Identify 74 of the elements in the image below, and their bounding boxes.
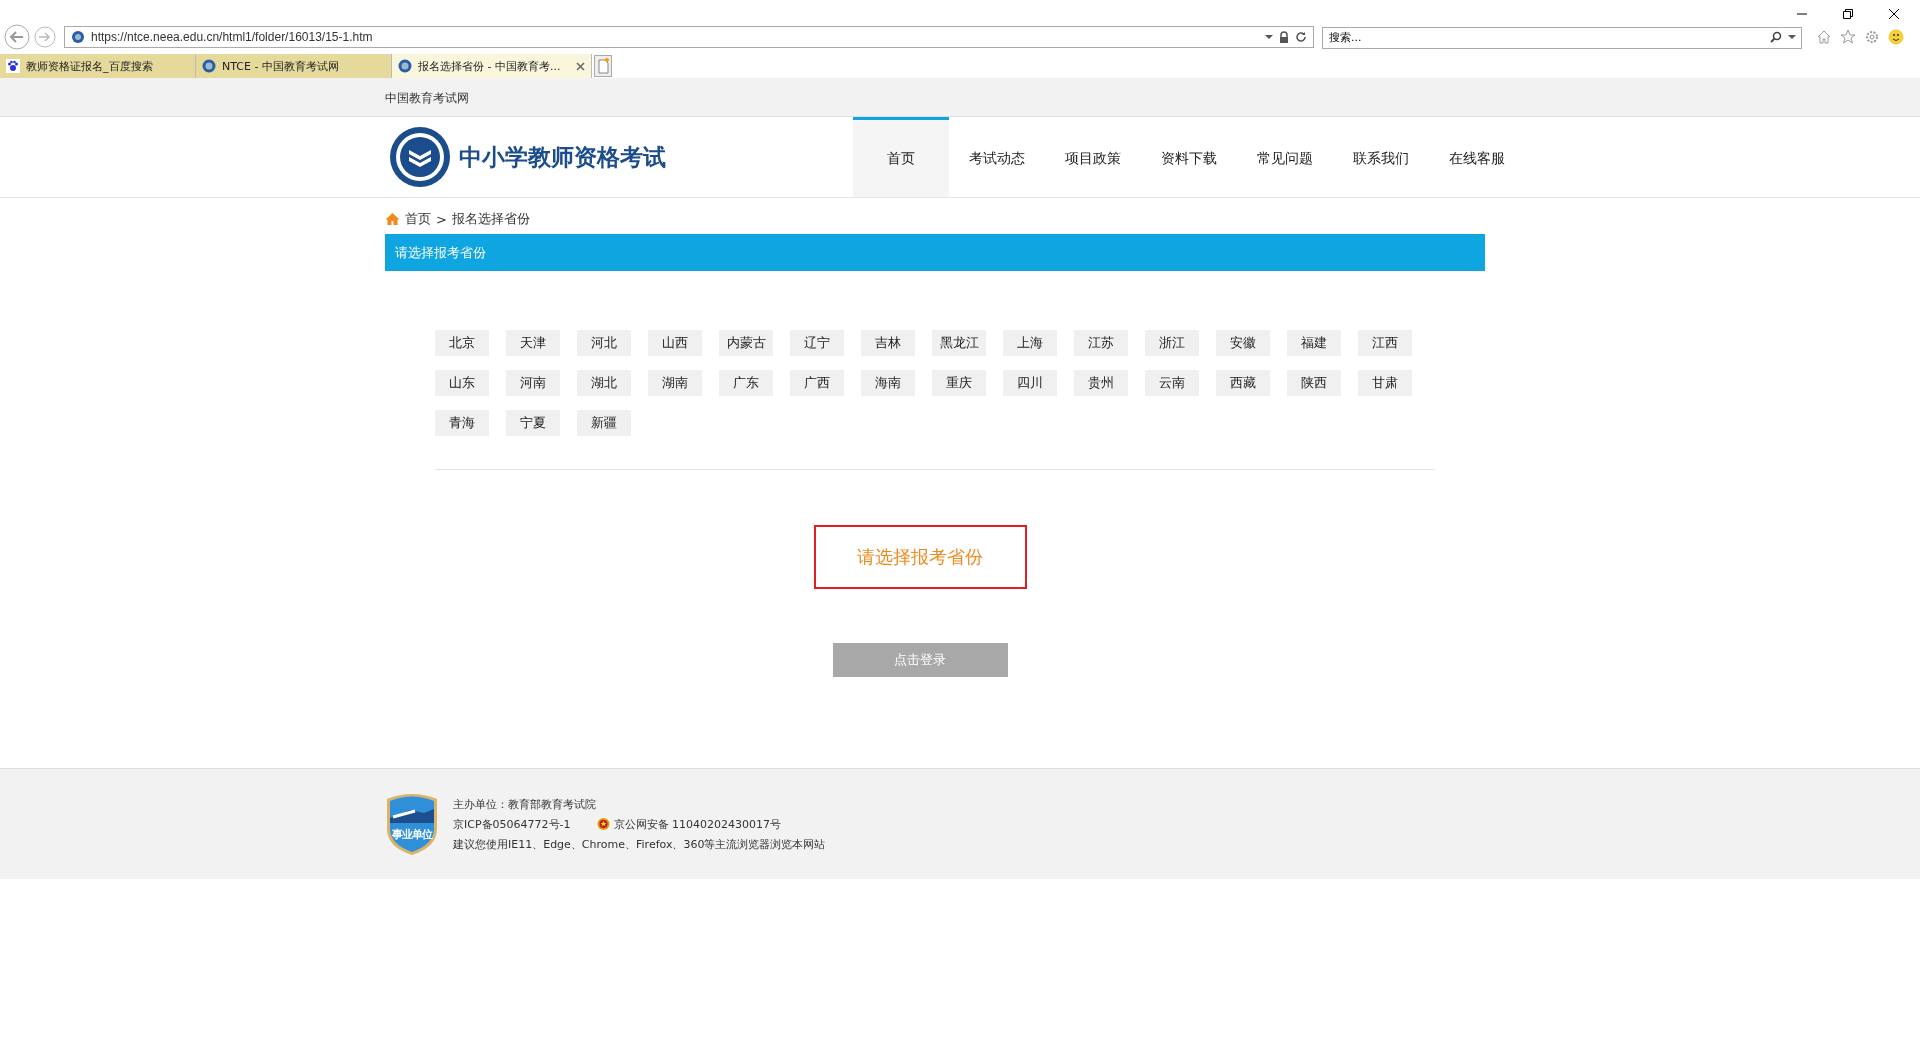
nav-link[interactable]: 项目政策	[1045, 117, 1141, 197]
province-button[interactable]: 浙江	[1145, 330, 1199, 356]
breadcrumb-separator: >	[436, 211, 447, 227]
breadcrumb-link[interactable]: 首页	[405, 210, 431, 228]
province-button[interactable]: 贵州	[1074, 370, 1128, 396]
police-emblem-icon	[596, 817, 610, 831]
province-button[interactable]: 宁夏	[506, 410, 560, 436]
dropdown-icon[interactable]	[1788, 34, 1796, 40]
province-button[interactable]: 海南	[861, 370, 915, 396]
province-button[interactable]: 河南	[506, 370, 560, 396]
province-button[interactable]: 山东	[435, 370, 489, 396]
province-button[interactable]: 辽宁	[790, 330, 844, 356]
province-button[interactable]: 湖南	[648, 370, 702, 396]
province-button[interactable]: 福建	[1287, 330, 1341, 356]
home-icon	[385, 212, 400, 226]
logo-icon	[389, 126, 451, 188]
refresh-icon[interactable]	[1295, 31, 1307, 43]
province-button[interactable]: 天津	[506, 330, 560, 356]
site-name[interactable]: 中国教育考试网	[385, 91, 469, 105]
paw-icon	[6, 59, 20, 73]
nav-link[interactable]: 常见问题	[1237, 117, 1333, 197]
close-icon[interactable]	[1888, 8, 1900, 20]
province-button[interactable]: 新疆	[577, 410, 631, 436]
province-button[interactable]: 山西	[648, 330, 702, 356]
restore-icon[interactable]	[1842, 8, 1854, 20]
province-button[interactable]: 河北	[577, 330, 631, 356]
nav-link[interactable]: 联系我们	[1333, 117, 1429, 197]
nav-link[interactable]: 资料下载	[1141, 117, 1237, 197]
province-button[interactable]: 北京	[435, 330, 489, 356]
site-title: 中小学教师资格考试	[459, 142, 666, 172]
globe-icon	[202, 59, 216, 73]
back-icon[interactable]	[4, 24, 30, 50]
police-record-link[interactable]: 京公网安备 11040202430017号	[613, 816, 781, 832]
province-button[interactable]: 广东	[719, 370, 773, 396]
footer-text: 主办单位：教育部教育考试院	[453, 796, 597, 812]
province-button[interactable]: 上海	[1003, 330, 1057, 356]
lock-icon[interactable]	[1279, 31, 1289, 43]
province-button[interactable]: 吉林	[861, 330, 915, 356]
browser-tab[interactable]: 报名选择省份 - 中国教育考...	[392, 54, 592, 78]
search-field[interactable]: 搜索...	[1322, 26, 1802, 49]
province-button[interactable]: 青海	[435, 410, 489, 436]
section-header: 请选择报考省份	[385, 234, 1485, 271]
province-button[interactable]: 重庆	[932, 370, 986, 396]
home-icon[interactable]	[1816, 29, 1832, 45]
province-button[interactable]: 西藏	[1216, 370, 1270, 396]
globe-icon	[71, 30, 85, 44]
province-button[interactable]: 四川	[1003, 370, 1057, 396]
province-button[interactable]: 安徽	[1216, 330, 1270, 356]
star-icon[interactable]	[1840, 29, 1856, 45]
browser-tab[interactable]: NTCE - 中国教育考试网	[196, 54, 392, 78]
province-button[interactable]: 广西	[790, 370, 844, 396]
province-button[interactable]: 黑龙江	[932, 330, 986, 356]
nav-link[interactable]: 首页	[853, 117, 949, 197]
province-button[interactable]: 江苏	[1074, 330, 1128, 356]
browser-tab[interactable]: 教师资格证报名_百度搜索	[0, 54, 196, 78]
province-button[interactable]: 湖北	[577, 370, 631, 396]
globe-icon	[398, 59, 412, 73]
address-bar[interactable]: https://ntce.neea.edu.cn/html1/folder/16013/15-1.htm	[64, 26, 1314, 48]
province-button[interactable]: 云南	[1145, 370, 1199, 396]
dropdown-icon[interactable]	[1265, 34, 1273, 40]
badge-icon: 事业单位	[385, 793, 439, 855]
selection-prompt: 请选择报考省份	[813, 525, 1027, 589]
province-button[interactable]: 甘肃	[1358, 370, 1412, 396]
smiley-icon[interactable]	[1888, 29, 1904, 45]
nav-link[interactable]: 在线客服	[1429, 117, 1525, 197]
settings-icon[interactable]	[1864, 29, 1880, 45]
province-button[interactable]: 内蒙古	[719, 330, 773, 356]
footer-text: 建议您使用IE11、Edge、Chrome、Firefox、360等主流浏览器浏览本网站	[453, 836, 826, 852]
nav-link[interactable]: 考试动态	[949, 117, 1045, 197]
province-button[interactable]: 江西	[1358, 330, 1412, 356]
search-icon[interactable]	[1770, 31, 1782, 43]
breadcrumb-current: 报名选择省份	[451, 210, 530, 228]
icp-link[interactable]: 京ICP备05064772号-1	[453, 816, 571, 832]
province-button[interactable]: 陕西	[1287, 370, 1341, 396]
